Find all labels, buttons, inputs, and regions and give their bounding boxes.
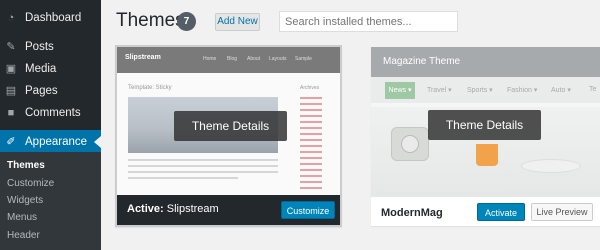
screenshot-archive-link [300, 97, 322, 99]
screenshot-sidebar-title: Archives [300, 85, 320, 91]
page-title: Themes [116, 10, 185, 31]
screenshot-site-title: Magazine Theme [383, 56, 461, 67]
live-preview-button[interactable]: Live Preview [531, 203, 593, 221]
screenshot-nav-item: Home [203, 56, 217, 62]
screenshot-archive-link [300, 145, 322, 147]
screenshot-archive-link [300, 133, 322, 135]
submenu-menus[interactable]: Menus [7, 212, 37, 223]
pin-icon: ✎ [6, 41, 16, 53]
screenshot-nav-item: Sample [295, 56, 312, 62]
theme-card-modernmag[interactable]: Magazine Theme News ▾ Travel ▾ Sports ▾ … [371, 47, 600, 226]
submenu-header[interactable]: Header [7, 230, 40, 241]
screenshot-text-line [128, 171, 278, 173]
submenu-widgets[interactable]: Widgets [7, 195, 43, 206]
sidebar-item-label: Pages [25, 85, 58, 97]
sidebar-item-label: Comments [25, 107, 81, 119]
screenshot-archive-link [300, 187, 322, 189]
comments-icon: ■ [7, 107, 15, 119]
screenshot-text-line [128, 159, 278, 161]
dashboard-icon: ◔ [7, 12, 15, 24]
coffee-cup-image [476, 144, 498, 166]
search-themes-input[interactable] [279, 11, 458, 32]
sidebar-item-media[interactable]: ▣ Media [0, 58, 101, 80]
customize-button[interactable]: Customize [281, 201, 335, 219]
screenshot-logo: Slipstream [125, 54, 161, 61]
appearance-submenu: Themes Customize Widgets Menus Header [0, 152, 101, 250]
screenshot-archive-link [300, 169, 322, 171]
active-indicator-arrow [94, 136, 101, 148]
active-theme-footer: Active: Slipstream Customize [117, 195, 340, 225]
telephone-dial-image [401, 135, 419, 153]
theme-screenshot[interactable]: Magazine Theme News ▾ Travel ▾ Sports ▾ … [371, 47, 600, 197]
sidebar-item-pages[interactable]: ▤ Pages [0, 80, 101, 102]
screenshot-nav-item: Travel ▾ [427, 87, 452, 94]
theme-screenshot[interactable]: Slipstream Home Blog About Layouts Sampl… [117, 47, 340, 195]
screenshot-archive-link [300, 121, 322, 123]
media-icon: ▣ [5, 63, 17, 75]
sidebar-item-label: Appearance [25, 136, 88, 148]
theme-details-button[interactable]: Theme Details [428, 110, 541, 140]
screenshot-archive-link [300, 115, 322, 117]
sidebar-item-comments[interactable]: ■ Comments [0, 102, 101, 124]
sidebar-item-label: Posts [25, 41, 54, 53]
screenshot-archive-link [300, 139, 322, 141]
screenshot-nav-item: About [247, 56, 261, 62]
theme-details-button[interactable]: Theme Details [174, 111, 287, 141]
sidebar-item-posts[interactable]: ✎ Posts [0, 36, 101, 58]
appearance-icon: ✐ [6, 136, 16, 148]
screenshot-archive-link [300, 109, 322, 111]
screenshot-archive-link [300, 175, 322, 177]
plate-image [521, 159, 581, 173]
screenshot-nav-news: News ▾ [385, 82, 415, 99]
submenu-themes[interactable]: Themes [7, 160, 45, 171]
screenshot-nav-item: Auto ▾ [551, 87, 571, 94]
screenshot-archive-link [300, 181, 322, 183]
pages-icon: ▤ [5, 85, 17, 97]
screenshot-nav-item: Sports ▾ [467, 87, 493, 94]
screenshot-text-line [128, 165, 278, 167]
admin-sidebar: ◔ Dashboard ✎ Posts ▣ Media ▤ Pages ■ Co… [0, 0, 101, 250]
screenshot-nav-item: Layouts [269, 56, 287, 62]
screenshot-archive-link [300, 127, 322, 129]
screenshot-nav-item: Te [589, 86, 597, 93]
active-prefix: Active: [127, 203, 164, 215]
screenshot-archive-link [300, 103, 322, 105]
active-theme-name: Slipstream [166, 203, 219, 215]
sidebar-item-label: Dashboard [25, 12, 82, 24]
theme-name: ModernMag [381, 207, 443, 219]
theme-card-slipstream[interactable]: Slipstream Home Blog About Layouts Sampl… [115, 45, 342, 227]
screenshot-text-line [128, 177, 238, 179]
active-theme-label: Active: Slipstream [127, 203, 219, 215]
sidebar-item-label: Media [25, 63, 57, 75]
theme-count-badge: 7 [177, 12, 196, 31]
screenshot-archive-link [300, 157, 322, 159]
screenshot-nav-item: Blog [227, 56, 238, 62]
screenshot-post-title: Template: Sticky [128, 85, 172, 91]
add-new-button[interactable]: Add New [215, 13, 260, 31]
sidebar-item-dashboard[interactable]: ◔ Dashboard [0, 7, 101, 29]
sidebar-item-appearance[interactable]: ✐ Appearance [0, 130, 101, 154]
screenshot-archive-link [300, 163, 322, 165]
activate-button[interactable]: Activate [477, 203, 525, 221]
submenu-customize[interactable]: Customize [7, 178, 54, 189]
screenshot-archive-link [300, 151, 322, 153]
screenshot-nav-item: Fashion ▾ [507, 87, 538, 94]
